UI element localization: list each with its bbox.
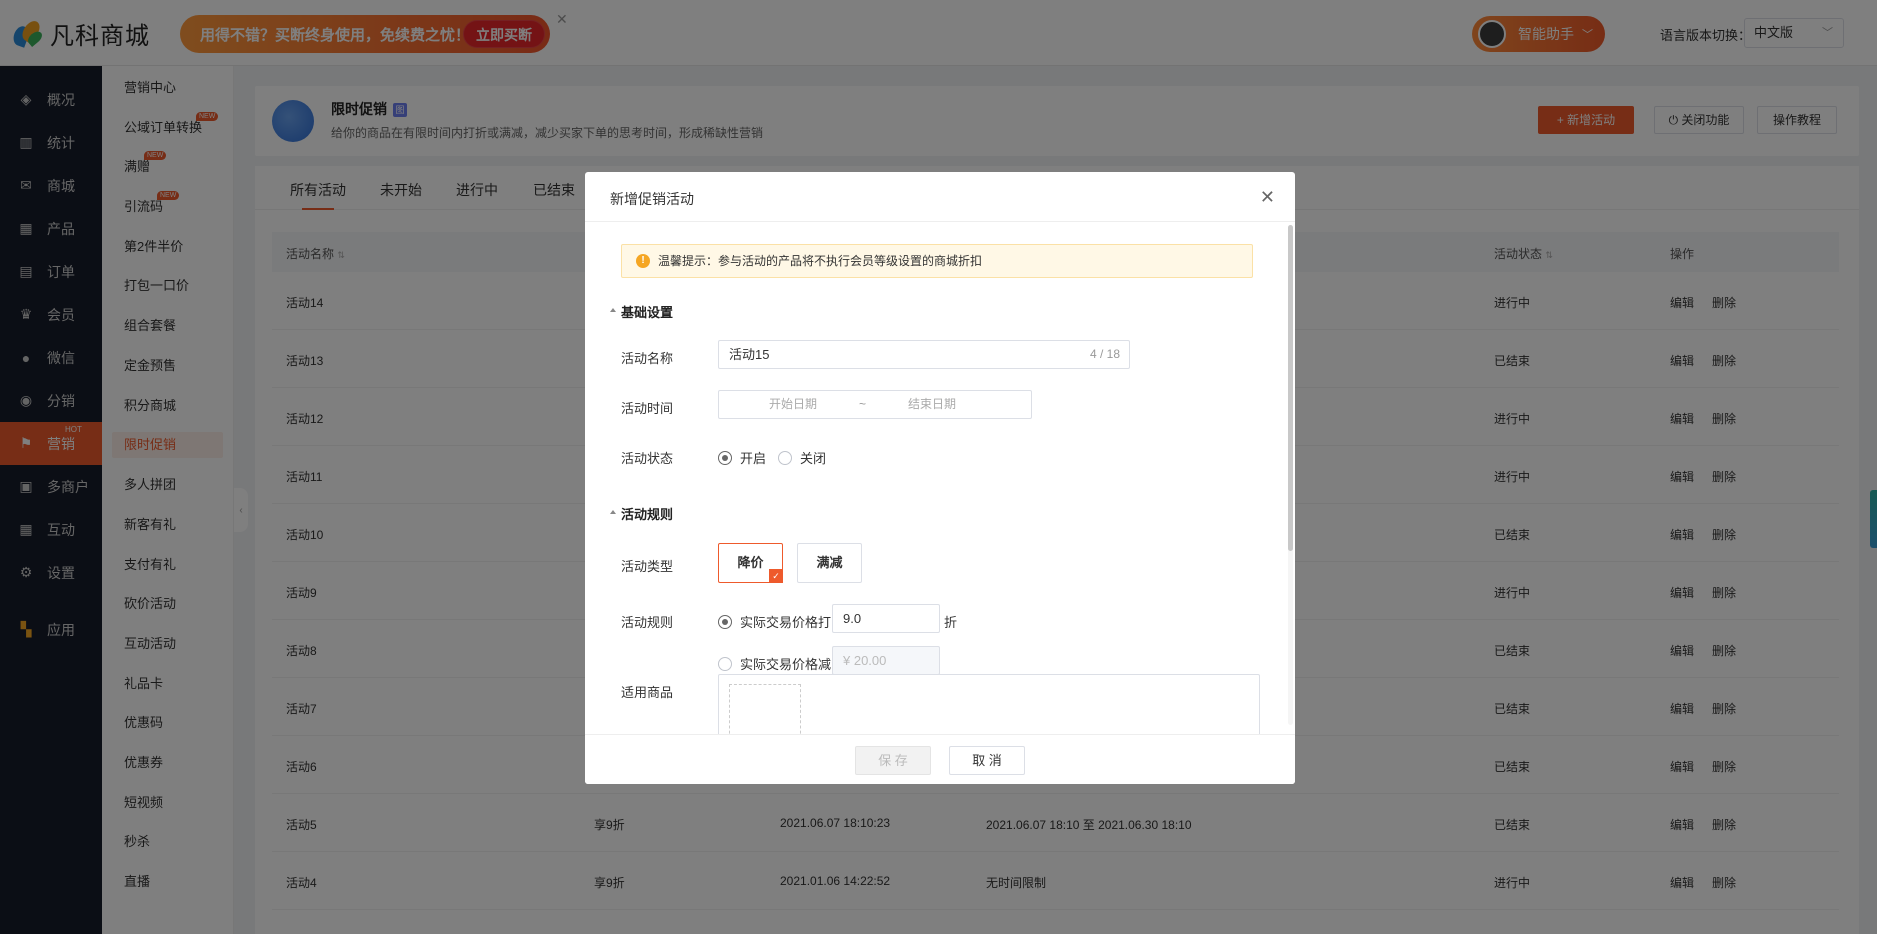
- warning-icon: !: [636, 254, 650, 268]
- activity-name-input[interactable]: 活动15 4 / 18: [718, 340, 1130, 369]
- dialog-title: 新增促销活动: [610, 191, 694, 207]
- dialog-footer: 保 存 取 消: [585, 734, 1295, 784]
- section-basic: 基础设置: [609, 302, 673, 321]
- char-counter: 4 / 18: [1089, 347, 1120, 361]
- name-label: 活动名称: [621, 351, 674, 366]
- cancel-button[interactable]: 取 消: [949, 746, 1025, 775]
- notice-banner: ! 温馨提示：参与活动的产品将不执行会员等级设置的商城折扣: [621, 244, 1253, 278]
- radio-checked-icon: [718, 450, 732, 465]
- type-discount-button[interactable]: 降价 ✓: [718, 543, 783, 583]
- section-rules: 活动规则: [609, 504, 673, 523]
- end-date-placeholder: 结束日期: [908, 397, 957, 411]
- goods-label: 适用商品: [621, 685, 674, 700]
- type-reduce-button[interactable]: 满减: [797, 543, 862, 583]
- discount-unit: 折: [944, 615, 958, 630]
- status-on-radio[interactable]: 开启: [718, 448, 766, 467]
- rule-reduce-radio[interactable]: 实际交易价格减: [718, 654, 831, 673]
- rule-discount-radio[interactable]: 实际交易价格打: [718, 612, 831, 631]
- start-date-placeholder: 开始日期: [769, 397, 818, 411]
- close-icon[interactable]: ✕: [1260, 187, 1275, 208]
- dialog-header: 新增促销活动 ✕: [585, 172, 1295, 222]
- dialog-body: ! 温馨提示：参与活动的产品将不执行会员等级设置的商城折扣 基础设置 活动名称 …: [585, 222, 1295, 734]
- range-separator: ~: [859, 397, 867, 411]
- add-promotion-dialog: 新增促销活动 ✕ ! 温馨提示：参与活动的产品将不执行会员等级设置的商城折扣 基…: [585, 172, 1295, 784]
- activity-name-value: 活动15: [729, 347, 770, 362]
- type-label: 活动类型: [621, 559, 674, 574]
- status-label: 活动状态: [621, 451, 674, 466]
- rule-label: 活动规则: [621, 615, 674, 630]
- reduce-amount-input[interactable]: ¥ 20.00: [832, 646, 940, 675]
- add-goods-button[interactable]: [729, 684, 801, 734]
- discount-value-input[interactable]: 9.0: [832, 604, 940, 633]
- notice-text: 温馨提示：参与活动的产品将不执行会员等级设置的商城折扣: [658, 254, 983, 268]
- radio-checked-icon: [718, 614, 732, 629]
- time-label: 活动时间: [621, 401, 674, 416]
- save-button[interactable]: 保 存: [855, 746, 931, 775]
- radio-unchecked-icon: [718, 656, 732, 671]
- dialog-scrollbar-thumb[interactable]: [1288, 225, 1293, 551]
- goods-selector: [718, 674, 1260, 734]
- date-range-picker[interactable]: 开始日期 ~ 结束日期: [718, 390, 1032, 419]
- check-icon: ✓: [769, 569, 783, 583]
- status-off-radio[interactable]: 关闭: [778, 448, 826, 467]
- radio-unchecked-icon: [778, 450, 792, 465]
